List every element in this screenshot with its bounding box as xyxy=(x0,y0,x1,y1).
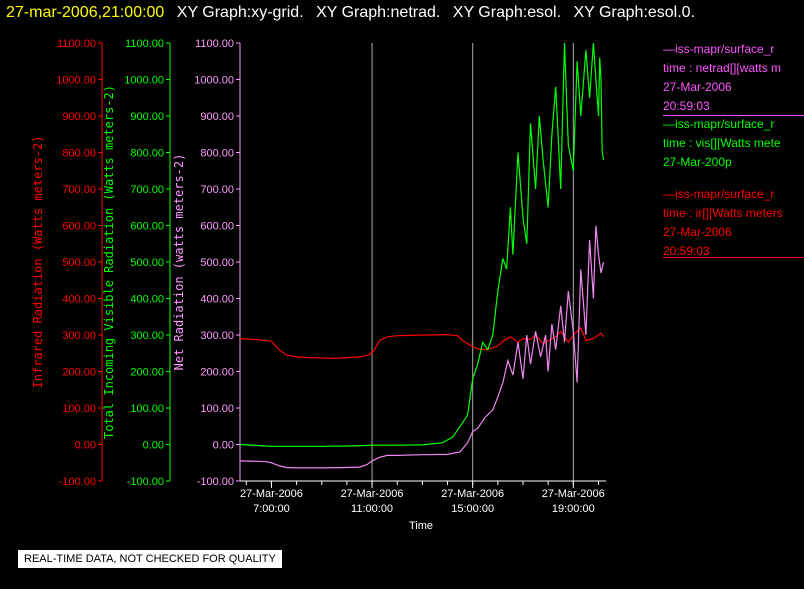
y-tick-label: 300.00 xyxy=(130,330,164,342)
y-tick-label: 0.00 xyxy=(143,440,164,452)
quality-note: REAL-TIME DATA, NOT CHECKED FOR QUALITY xyxy=(18,550,282,568)
series-line xyxy=(239,42,605,447)
y-tick-label: 500.00 xyxy=(62,257,96,269)
y-tick-label: 200.00 xyxy=(200,367,234,379)
y-tick-label: 0.00 xyxy=(75,440,96,452)
legend-entry-vis: —iss-mapr/surface_r time : vis[][Watts m… xyxy=(663,115,804,172)
legend-entry-netrad: —iss-mapr/surface_r time : netrad[][watt… xyxy=(663,40,804,116)
y-tick-label: 700.00 xyxy=(130,184,164,196)
legend-netrad-line-4: 20:59:03 xyxy=(663,99,710,113)
x-tick-label-time: 15:00:00 xyxy=(451,503,494,515)
x-tick-label-time: 19:00:00 xyxy=(552,503,595,515)
legend-netrad-line-3: 27-Mar-2006 xyxy=(663,80,732,94)
y-tick-label: 1100.00 xyxy=(195,38,234,50)
y-tick-label: 300.00 xyxy=(62,330,96,342)
x-tick-label-time: 7:00:00 xyxy=(253,503,290,515)
legend-netrad-line-2: time : netrad[][watts m xyxy=(663,61,782,75)
y-tick-label: 0.00 xyxy=(213,440,234,452)
y-tick-label: 100.00 xyxy=(200,403,234,415)
y-tick-label: -100.00 xyxy=(127,476,164,488)
y-axis-label: Net Radiation (watts meters-2) xyxy=(172,154,186,371)
legend-vis-line-1: —iss-mapr/surface_r xyxy=(663,117,775,131)
legend-ir-line-2: time : ir[][Watts meters xyxy=(663,206,783,220)
legend-ir-line-4: 20:59:03 xyxy=(663,244,710,258)
y-tick-label: 500.00 xyxy=(200,257,234,269)
y-tick-label: 800.00 xyxy=(200,148,234,160)
y-tick-label: 800.00 xyxy=(62,148,96,160)
legend-vis-line-3: 27-Mar-200p xyxy=(663,155,732,169)
legend-netrad-line-1: —iss-mapr/surface_r xyxy=(663,42,775,56)
y-tick-label: 1000.00 xyxy=(124,75,164,87)
y-tick-label: 1000.00 xyxy=(194,75,234,87)
x-tick-label-date: 27-Mar-2006 xyxy=(542,488,605,500)
x-axis-label: Time xyxy=(409,520,433,532)
y-tick-label: 1100.00 xyxy=(125,38,164,50)
y-tick-label: 1000.00 xyxy=(56,75,96,87)
y-tick-label: 1100.00 xyxy=(57,38,96,50)
x-tick-label-date: 27-Mar-2006 xyxy=(341,488,404,500)
x-tick-label-date: 27-Mar-2006 xyxy=(441,488,504,500)
y-tick-label: 200.00 xyxy=(130,367,164,379)
y-tick-label: 200.00 xyxy=(62,367,96,379)
series-line xyxy=(239,225,605,469)
y-tick-label: 100.00 xyxy=(130,403,164,415)
y-tick-label: 600.00 xyxy=(200,221,234,233)
y-tick-label: 600.00 xyxy=(130,221,164,233)
y-tick-label: 700.00 xyxy=(62,184,96,196)
y-tick-label: 900.00 xyxy=(62,111,96,123)
legend-ir-line-1: —iss-mapr/surface_r xyxy=(663,187,775,201)
y-tick-label: 900.00 xyxy=(200,111,234,123)
y-tick-label: 500.00 xyxy=(130,257,164,269)
y-tick-label: -100.00 xyxy=(197,476,234,488)
legend-vis-line-2: time : vis[][Watts mete xyxy=(663,136,781,150)
y-tick-label: 900.00 xyxy=(130,111,164,123)
y-tick-label: 300.00 xyxy=(200,330,234,342)
x-tick-label-date: 27-Mar-2006 xyxy=(240,488,303,500)
y-tick-label: 400.00 xyxy=(200,294,234,306)
y-tick-label: 400.00 xyxy=(62,294,96,306)
y-axis-label: Infrared Radiation (Watts meters-2) xyxy=(31,136,45,389)
y-tick-label: 400.00 xyxy=(130,294,164,306)
y-tick-label: 800.00 xyxy=(130,148,164,160)
x-tick-label-time: 11:00:00 xyxy=(351,503,393,515)
y-tick-label: 700.00 xyxy=(200,184,234,196)
y-tick-label: 600.00 xyxy=(62,221,96,233)
legend-ir-line-3: 27-Mar-2006 xyxy=(663,225,732,239)
legend-entry-ir: —iss-mapr/surface_r time : ir[][Watts me… xyxy=(663,185,804,261)
legend-separator xyxy=(663,257,804,258)
y-tick-label: -100.00 xyxy=(59,476,96,488)
y-tick-label: 100.00 xyxy=(62,403,96,415)
y-axis-label: Total Incoming Visible Radiation (Watts … xyxy=(102,85,116,439)
